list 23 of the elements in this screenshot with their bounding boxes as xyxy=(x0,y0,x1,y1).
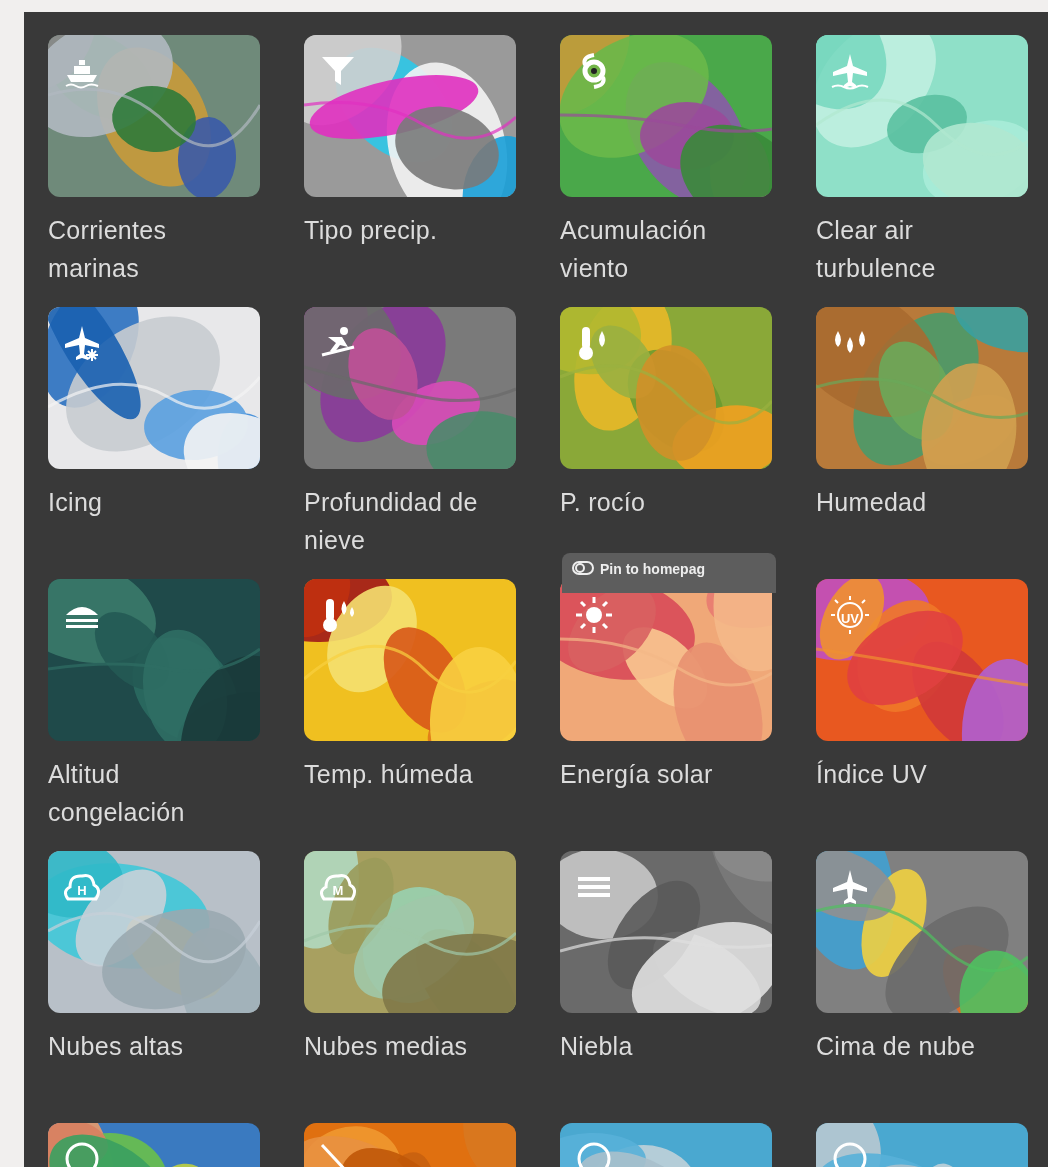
layer-label: P. rocío xyxy=(560,487,647,518)
layer-label: Altitud congelación xyxy=(48,759,186,828)
icon-label: M xyxy=(332,883,344,897)
icon-label: H xyxy=(77,883,87,897)
layer-label: Índice UV xyxy=(816,759,929,790)
layer-label: Icing xyxy=(48,487,104,518)
layer-label: Energía solar xyxy=(560,759,714,790)
layer-label: Temp. húmeda xyxy=(304,759,474,790)
sun-icon xyxy=(574,595,614,635)
icon-label: UV xyxy=(840,611,860,625)
pin-icon xyxy=(572,561,594,575)
sun-icon xyxy=(830,595,870,635)
layer-label: Niebla xyxy=(560,1031,634,1062)
layer-label: Humedad xyxy=(816,487,928,518)
layer-label: Clear air turbulence xyxy=(816,215,937,284)
layer-label: Acumulación viento xyxy=(560,215,708,284)
layer-label: Cima de nube xyxy=(816,1031,977,1062)
layer-label: Tipo precip. xyxy=(304,215,439,246)
layer-label: Profundidad de nieve xyxy=(304,487,479,556)
pin-tooltip[interactable]: Pin to homepag xyxy=(562,553,776,593)
layer-label: Nubes altas xyxy=(48,1031,185,1062)
layer-label: Corrientes marinas xyxy=(48,215,168,284)
layer-label: Nubes medias xyxy=(304,1031,469,1062)
